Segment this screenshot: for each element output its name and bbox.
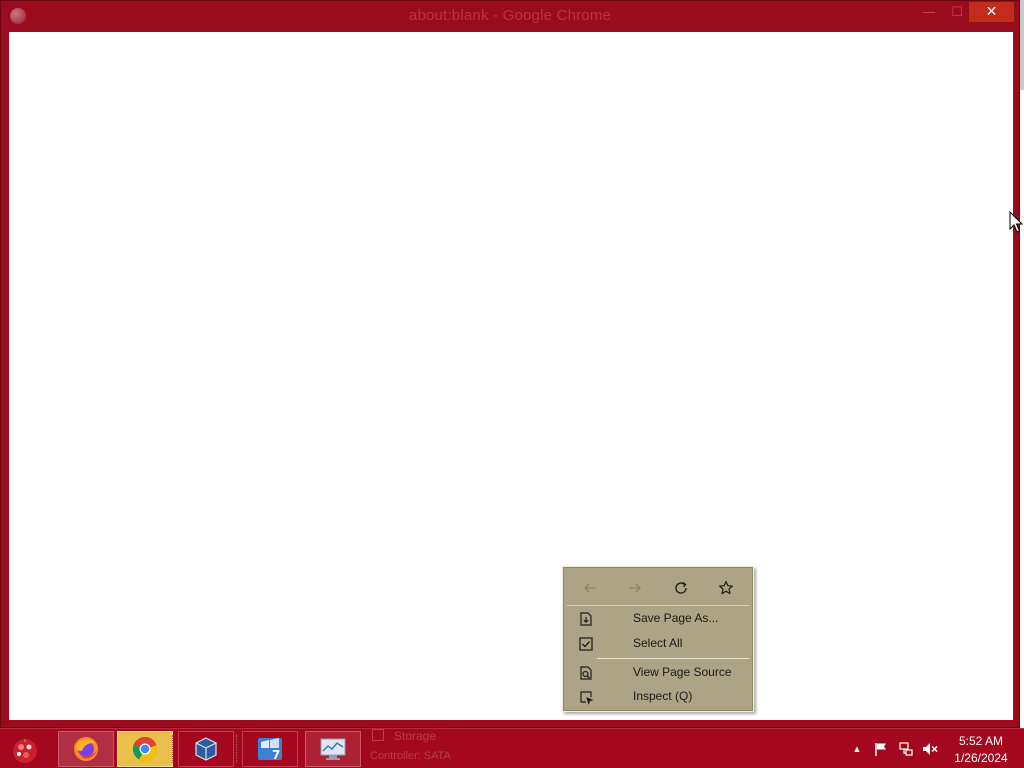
ghost-storage-text: Storage	[394, 729, 437, 743]
chevron-up-icon: ▲	[854, 745, 860, 753]
menu-item-label: Save Page As...	[633, 611, 719, 625]
windows7-icon: 7	[258, 738, 282, 762]
storage-icon	[372, 729, 384, 741]
menu-item-view-page-source[interactable]: View Page Source	[567, 661, 749, 685]
menu-separator	[597, 658, 749, 659]
taskbar-app-chrome[interactable]	[117, 731, 173, 767]
arrow-left-icon	[583, 583, 596, 593]
save-page-icon	[580, 612, 592, 626]
minimize-button[interactable]: —	[917, 1, 941, 23]
menu-item-label: View Page Source	[633, 665, 732, 679]
scrollbar-thumb[interactable]	[1020, 0, 1024, 90]
clock-date: 1/26/2024	[954, 751, 1008, 765]
tray-show-hidden-button[interactable]: ▲	[850, 729, 864, 768]
firefox-icon	[74, 737, 98, 761]
mouse-cursor-icon	[1009, 211, 1023, 233]
chrome-icon	[132, 736, 157, 761]
taskbar-clock[interactable]: 5:52 AM 1/26/2024	[946, 733, 1016, 767]
forward-button[interactable]	[613, 571, 659, 605]
clock-time: 5:52 AM	[958, 734, 1004, 748]
maximize-button[interactable]: ☐	[945, 1, 969, 23]
page-source-icon	[580, 666, 592, 680]
right-edge-strip	[1020, 0, 1024, 728]
tray-volume[interactable]	[921, 729, 939, 768]
start-orb-icon	[13, 738, 37, 763]
start-button[interactable]	[8, 733, 42, 767]
arrow-right-icon	[629, 583, 642, 593]
bookmark-button[interactable]	[704, 571, 750, 605]
reload-button[interactable]	[658, 571, 704, 605]
ghost-controller-label: Controller: SATA	[370, 750, 451, 762]
taskbar-app-virtualbox[interactable]	[178, 731, 234, 767]
close-button[interactable]: ✕	[968, 1, 1015, 23]
performance-monitor-icon	[320, 738, 346, 760]
virtualbox-icon	[195, 737, 217, 761]
volume-muted-icon	[923, 743, 938, 755]
ghost-storage-label: Storage	[372, 729, 436, 743]
title-bar[interactable]: about:blank - Google Chrome — ☐ ✕	[1, 1, 1019, 31]
tray-network[interactable]	[898, 729, 914, 768]
checkbox-icon	[579, 637, 593, 651]
browser-window: about:blank - Google Chrome — ☐ ✕	[0, 0, 1020, 728]
tray-action-center[interactable]	[873, 729, 889, 768]
context-menu-nav-row	[567, 571, 749, 606]
taskbar-grip	[172, 735, 175, 763]
reload-icon	[675, 581, 687, 594]
svg-text:7: 7	[272, 748, 280, 762]
menu-item-save-page-as[interactable]: Save Page As...	[567, 607, 749, 631]
menu-item-label: Inspect (Q)	[633, 689, 693, 703]
window-title: about:blank - Google Chrome	[408, 7, 612, 24]
network-icon	[899, 742, 913, 756]
taskbar-app-windows7[interactable]: 7	[242, 731, 298, 767]
menu-item-label: Select All	[633, 636, 683, 650]
context-menu: Save Page As... Select All View Page Sou…	[562, 566, 754, 712]
menu-item-inspect[interactable]: Inspect (Q)	[567, 685, 749, 709]
back-button[interactable]	[567, 571, 613, 605]
taskbar-app-firefox[interactable]	[58, 731, 114, 767]
taskbar: 7 Storage Controller: SATA ▲ 5:52 AM 1/2…	[0, 728, 1024, 768]
star-icon	[719, 580, 734, 595]
taskbar-app-performance-monitor[interactable]	[305, 731, 361, 767]
taskbar-grip	[236, 735, 239, 763]
action-center-flag-icon	[875, 743, 886, 756]
menu-item-select-all[interactable]: Select All	[567, 632, 749, 656]
inspect-icon	[580, 691, 594, 705]
page-content[interactable]	[9, 32, 1013, 720]
